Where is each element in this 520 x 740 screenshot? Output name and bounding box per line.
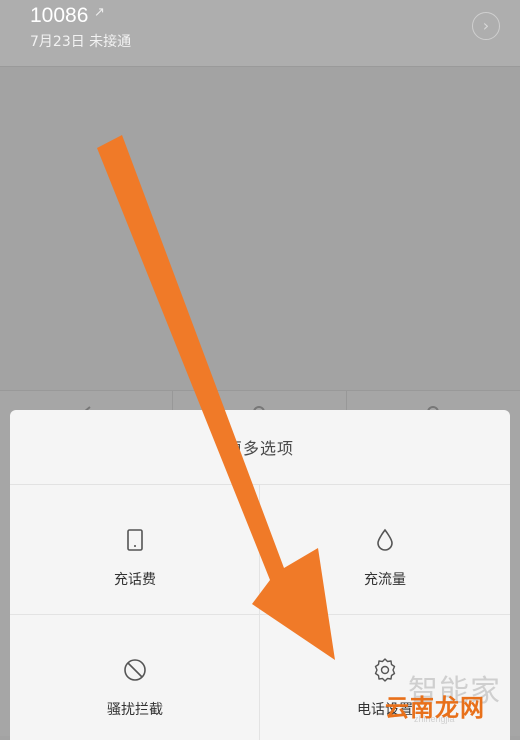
phone-device-icon: [127, 529, 143, 551]
recharge-data-option[interactable]: 充流量: [260, 485, 510, 615]
call-date-status: 7月23日 未接通: [30, 34, 132, 50]
block-icon: [124, 659, 146, 681]
caller-number: 10086: [30, 4, 89, 27]
outgoing-arrow-icon: ↗: [94, 5, 105, 20]
option-label: 骚扰拦截: [107, 702, 163, 718]
option-label: 充流量: [364, 572, 406, 588]
droplet-icon: [377, 528, 393, 551]
option-label: 充话费: [114, 572, 156, 588]
harassment-block-option[interactable]: 骚扰拦截: [10, 615, 260, 740]
watermark-main-text: 云南龙网: [385, 694, 485, 722]
chevron-right-icon[interactable]: ›: [472, 12, 500, 40]
gear-icon: [374, 658, 396, 682]
call-log-header: 10086 ↗ 7月23日 未接通 ›: [0, 0, 520, 67]
sheet-title: 更多选项: [10, 410, 510, 485]
recharge-call-option[interactable]: 充话费: [10, 485, 260, 615]
